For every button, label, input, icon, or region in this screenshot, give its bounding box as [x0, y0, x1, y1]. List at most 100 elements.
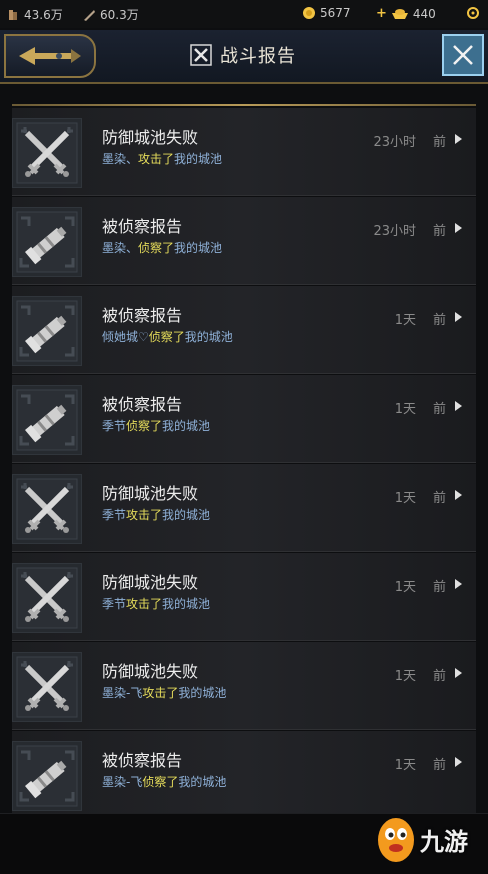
chevron-right-icon[interactable] [455, 757, 462, 767]
plus-icon[interactable]: + [376, 6, 387, 21]
report-title: 防御城池失败 [102, 128, 199, 147]
wood-icon [9, 9, 17, 20]
crossed-swords-icon [12, 118, 82, 188]
settings-shortcut[interactable] [466, 6, 480, 20]
report-action: 侦察了 [148, 330, 185, 344]
report-actor: 季节 [102, 419, 127, 433]
crossed-swords-icon [190, 44, 212, 66]
list-divider [12, 104, 476, 106]
header-bar: 战斗报告 [0, 30, 488, 84]
close-icon [453, 45, 473, 65]
wood-value: 43.6万 [24, 8, 63, 22]
report-summary: 墨染、攻击了我的城池 [102, 150, 222, 167]
report-actor: 季节 [102, 508, 127, 522]
report-title: 被侦察报告 [102, 217, 183, 236]
report-summary: 墨染-飞攻击了我的城池 [102, 684, 226, 701]
report-action: 攻击了 [142, 686, 179, 700]
report-row[interactable]: 防御城池失败 季节攻击了我的城池 1天 前 [12, 464, 476, 552]
report-row[interactable]: 被侦察报告 倾她城♡侦察了我的城池 1天 前 [12, 286, 476, 374]
spyglass-icon [12, 385, 82, 455]
watermark-text: 九游 [420, 828, 468, 856]
report-actor: 墨染、 [102, 152, 139, 166]
report-time: 1天 [394, 313, 416, 328]
report-summary: 季节攻击了我的城池 [102, 595, 210, 612]
report-target: 我的城池 [162, 597, 211, 611]
report-title: 防御城池失败 [102, 484, 199, 503]
gold-coin-icon [303, 7, 315, 19]
gem-resource[interactable]: + 440 [376, 6, 436, 21]
crossed-swords-icon [12, 474, 82, 544]
report-row[interactable]: 防御城池失败 墨染、攻击了我的城池 23小时 前 [12, 108, 476, 196]
chevron-right-icon[interactable] [455, 668, 462, 678]
spyglass-icon [12, 741, 82, 811]
report-row[interactable]: 防御城池失败 墨染-飞攻击了我的城池 1天 前 [12, 642, 476, 730]
report-summary: 墨染、侦察了我的城池 [102, 239, 222, 256]
report-action: 攻击了 [138, 152, 175, 166]
report-time: 1天 [394, 758, 416, 773]
report-title: 被侦察报告 [102, 751, 183, 770]
report-time: 1天 [394, 402, 416, 417]
report-target: 我的城池 [178, 686, 227, 700]
report-actor: 墨染-飞 [102, 686, 143, 700]
report-title: 防御城池失败 [102, 662, 199, 681]
chevron-right-icon[interactable] [455, 401, 462, 411]
report-row[interactable]: 被侦察报告 墨染-飞侦察了我的城池 1天 前 [12, 731, 476, 819]
report-time: 1天 [394, 491, 416, 506]
report-target: 我的城池 [184, 330, 233, 344]
watermark-logo: 九游 [372, 810, 482, 870]
report-row[interactable]: 防御城池失败 季节攻击了我的城池 1天 前 [12, 553, 476, 641]
report-actor: 墨染-飞 [102, 775, 143, 789]
report-summary: 季节侦察了我的城池 [102, 417, 210, 434]
report-row[interactable]: 被侦察报告 墨染、侦察了我的城池 23小时 前 [12, 197, 476, 285]
ingot-icon [391, 8, 408, 19]
report-target: 我的城池 [174, 241, 223, 255]
report-time-suffix: 前 [432, 758, 446, 773]
iron-resource: 60.3万 [82, 6, 139, 23]
report-time-suffix: 前 [432, 580, 446, 595]
report-summary: 季节攻击了我的城池 [102, 506, 210, 523]
spyglass-icon [12, 296, 82, 366]
report-summary: 墨染-飞侦察了我的城池 [102, 773, 226, 790]
report-time: 23小时 [373, 224, 416, 239]
iron-value: 60.3万 [100, 8, 139, 22]
report-list: 防御城池失败 墨染、攻击了我的城池 23小时 前 被侦察报告 墨染、侦察了我的城… [12, 108, 476, 820]
report-title: 被侦察报告 [102, 395, 183, 414]
gem-value: 440 [412, 6, 436, 21]
report-target: 我的城池 [174, 152, 223, 166]
report-time-suffix: 前 [432, 313, 446, 328]
report-time-suffix: 前 [432, 224, 446, 239]
chevron-right-icon[interactable] [455, 312, 462, 322]
chevron-right-icon[interactable] [455, 223, 462, 233]
page-title: 战斗报告 [190, 42, 296, 68]
report-action: 攻击了 [126, 597, 163, 611]
report-title: 防御城池失败 [102, 573, 199, 592]
chevron-right-icon[interactable] [455, 579, 462, 589]
report-action: 侦察了 [138, 241, 175, 255]
report-target: 我的城池 [162, 508, 211, 522]
report-action: 攻击了 [126, 508, 163, 522]
gold-value: 5677 [320, 6, 351, 20]
back-arrow-icon [19, 47, 81, 65]
gold-resource[interactable]: 5677 [302, 6, 351, 20]
report-action: 侦察了 [142, 775, 179, 789]
crossed-swords-icon [12, 563, 82, 633]
report-target: 我的城池 [162, 419, 211, 433]
report-row[interactable]: 被侦察报告 季节侦察了我的城池 1天 前 [12, 375, 476, 463]
report-time-suffix: 前 [432, 402, 446, 417]
status-bar: 43.6万 60.3万 5677 + 440 [0, 0, 488, 28]
report-actor: 季节 [102, 597, 127, 611]
report-time: 1天 [394, 669, 416, 684]
wood-resource: 43.6万 [6, 6, 63, 23]
report-time-suffix: 前 [432, 491, 446, 506]
back-button[interactable] [4, 34, 96, 78]
chevron-right-icon[interactable] [455, 490, 462, 500]
report-time: 23小时 [373, 135, 416, 150]
report-actor: 墨染、 [102, 241, 139, 255]
close-button[interactable] [442, 34, 484, 76]
gear-icon[interactable] [466, 6, 480, 20]
report-action: 侦察了 [126, 419, 163, 433]
chevron-right-icon[interactable] [455, 134, 462, 144]
iron-icon [84, 9, 95, 21]
report-actor: 倾她城♡ [102, 330, 149, 344]
report-title: 被侦察报告 [102, 306, 183, 325]
